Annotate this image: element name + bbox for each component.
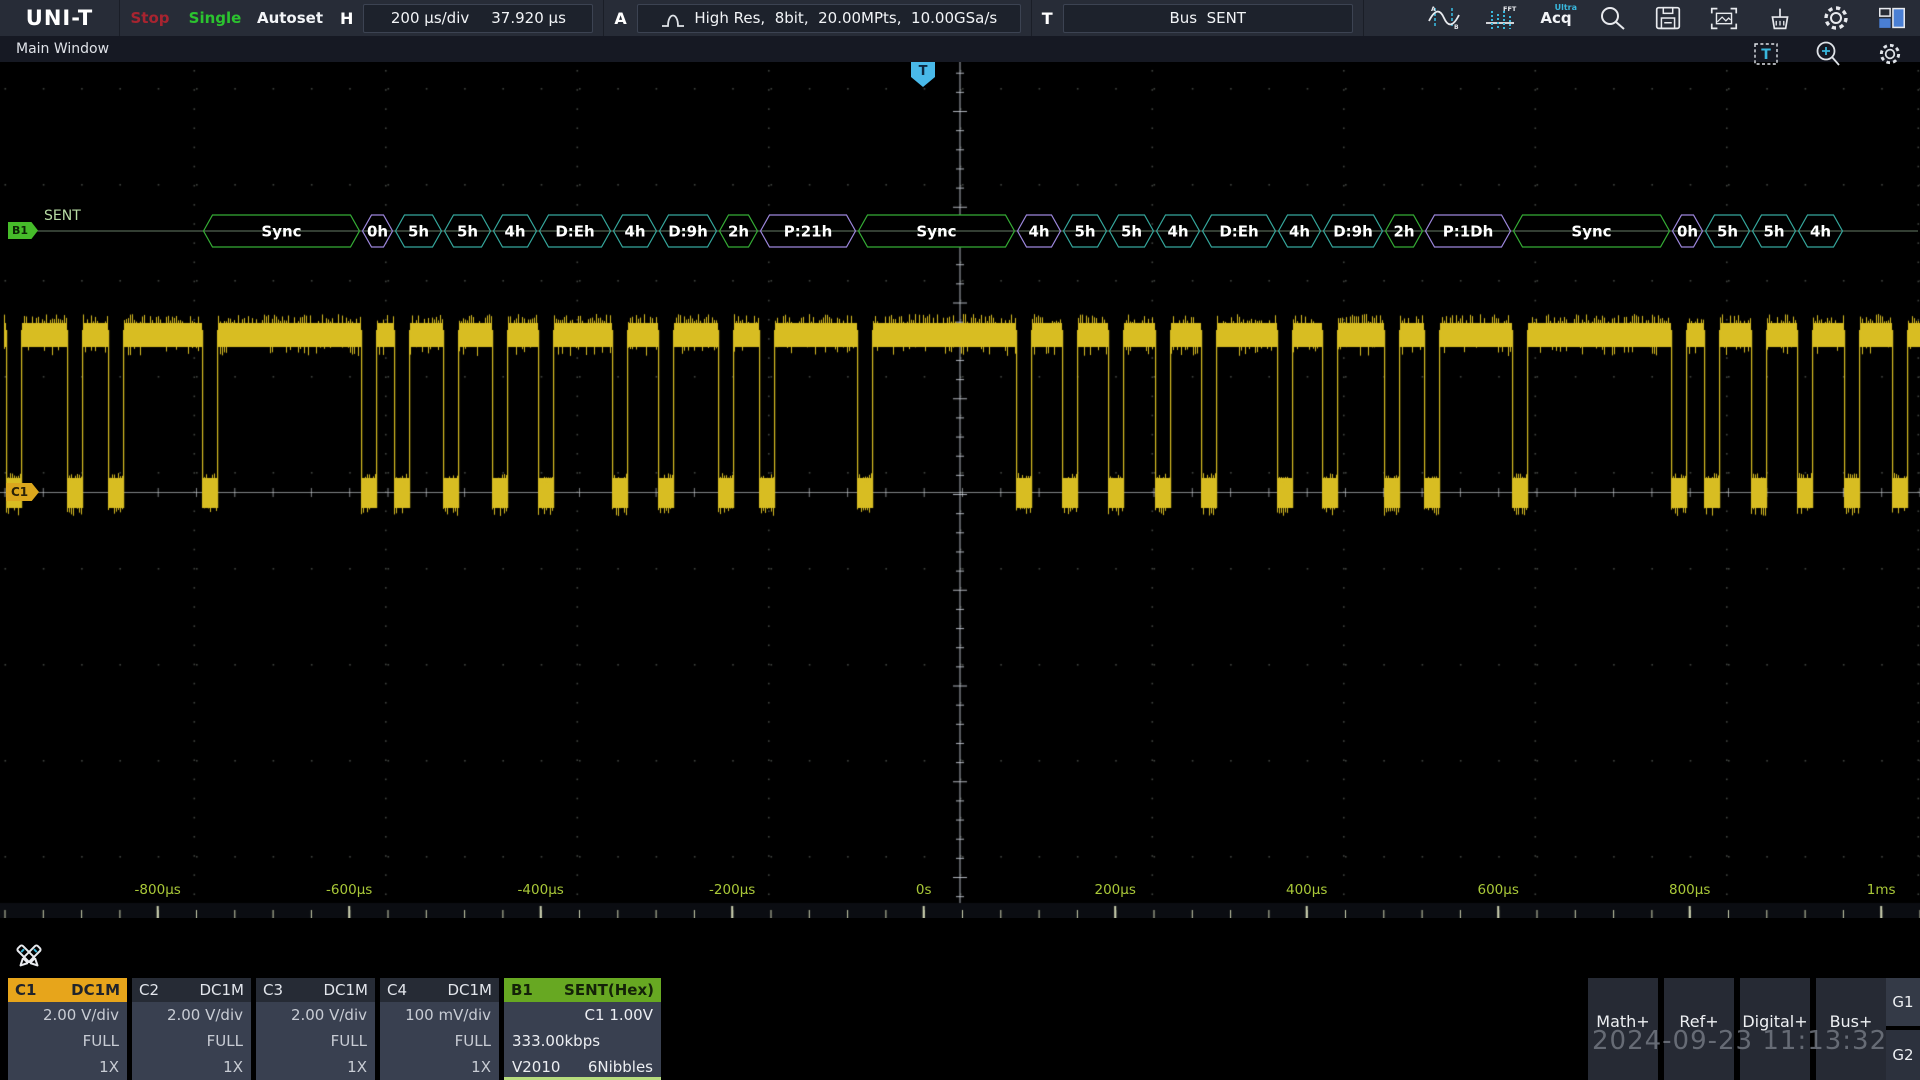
svg-text:T: T [1761,47,1771,63]
svg-text:B: B [1454,24,1459,31]
channel-id: C4 [387,981,407,999]
utility-icon[interactable] [1752,0,1808,36]
channel-scale: 2.00 V/div [256,1002,375,1028]
bus-add-button[interactable]: Bus+ [1816,978,1886,1080]
pulse-icon [660,8,686,28]
bus-decode-label: SENT [44,208,81,224]
settings-icon[interactable] [1808,0,1864,36]
window-bar: Main Window [0,36,1920,62]
search-icon[interactable] [1584,0,1640,36]
bus-id: B1 [511,981,533,999]
time-axis-label: -200µs [709,882,755,898]
bus-protocol: SENT(Hex) [564,981,654,999]
channel-coupling: DC1M [71,981,120,999]
channel-bandwidth: FULL [132,1028,251,1054]
auto-measure-icon[interactable]: A B [1416,0,1472,36]
display-layout-icon[interactable] [1864,0,1920,36]
time-axis-label: -600µs [326,882,372,898]
acquire-settings[interactable]: High Res, 8bit, 20.00MPts, 10.00GSa/s [637,4,1021,33]
channel-id: C1 [15,981,36,999]
screenshot-icon[interactable] [1696,0,1752,36]
time-axis-label: -800µs [135,882,181,898]
time-axis-label: 800µs [1669,882,1710,898]
channel-coupling: DC1M [323,981,368,999]
channel-panel-c3[interactable]: C3 DC1M 2.00 V/div FULL 1X [256,978,375,1080]
time-axis-label: 0s [916,882,932,898]
horizontal-label: H [340,9,353,28]
autoset-button[interactable]: Autoset [250,9,330,27]
acquire-label: A [614,9,626,28]
annotation-select-icon[interactable]: T [1752,40,1780,68]
trigger-group: T Bus SENT [1032,0,1364,36]
bus-panel-b1[interactable]: B1SENT(Hex) C1 1.00V 333.00kbps V2010 6N… [504,978,661,1080]
window-title: Main Window [16,41,109,57]
top-toolbar: UNI-T Stop Single Autoset H 200 µs/div 3… [0,0,1920,36]
channel-id: C3 [263,981,283,999]
time-axis-label: 400µs [1286,882,1327,898]
time-axis-label: -400µs [518,882,564,898]
time-axis-label: 600µs [1477,882,1518,898]
timebase-value: 200 µs/div [391,9,469,27]
channel-probe: 1X [8,1054,127,1080]
channel-bandwidth: FULL [256,1028,375,1054]
horizontal-group: H 200 µs/div 37.920 µs [330,0,604,36]
trigger-label: T [1042,9,1053,28]
time-axis-label: 1ms [1867,882,1896,898]
channel-probe: 1X [132,1054,251,1080]
channel-coupling: DC1M [199,981,244,999]
channel-scale: 2.00 V/div [132,1002,251,1028]
time-axis-label: 200µs [1094,882,1135,898]
toolbar-icon-row: A B FFT Acq Ultra [1416,0,1920,36]
group-g2-button[interactable]: G2 [1886,1030,1920,1080]
svg-text:A: A [1431,6,1436,13]
math-add-button[interactable]: Math+ [1588,978,1658,1080]
plot-settings-icon[interactable] [1876,40,1904,68]
horizontal-settings[interactable]: 200 µs/div 37.920 µs [363,4,593,33]
acquire-group: A High Res, 8bit, 20.00MPts, 10.00GSa/s [604,0,1031,36]
brand-logo: UNI-T [0,0,120,36]
bus-bitrate: 333.00kbps [504,1028,661,1054]
ultra-acq-icon[interactable]: Acq Ultra [1528,0,1584,36]
waveform-display: Sync0h5h5h4hD:Eh4hD:9h2hP:21hSync4h5h5h4… [0,62,1920,918]
single-button[interactable]: Single [180,9,250,27]
annotate-pen-icon[interactable] [12,940,46,974]
horizontal-position-value: 37.920 µs [491,9,566,27]
channel-panel-c2[interactable]: C2 DC1M 2.00 V/div FULL 1X [132,978,251,1080]
trigger-info: Bus SENT [1169,9,1246,27]
ref-add-button[interactable]: Ref+ [1664,978,1734,1080]
group-g1-button[interactable]: G1 [1886,978,1920,1026]
svg-text:FFT: FFT [1503,5,1517,13]
channel-panel-c4[interactable]: C4 DC1M 100 mV/div FULL 1X [380,978,499,1080]
fft-icon[interactable]: FFT [1472,0,1528,36]
acquire-info: High Res, 8bit, 20.00MPts, 10.00GSa/s [694,9,997,27]
channel-probe: 1X [380,1054,499,1080]
channel-scale: 100 mV/div [380,1002,499,1028]
save-icon[interactable] [1640,0,1696,36]
bus-source: C1 1.00V [504,1002,661,1028]
oscilloscope-screen: { "toolbar":{ "logo":"UNI-T", "stop_labe… [0,0,1920,1080]
trigger-settings[interactable]: Bus SENT [1063,4,1353,33]
channel-scale: 2.00 V/div [8,1002,127,1028]
channel-probe: 1X [256,1054,375,1080]
graticule-waveform-canvas[interactable] [0,62,1920,918]
run-stop-button[interactable]: Stop [120,9,180,27]
channel-bandwidth: FULL [380,1028,499,1054]
zoom-in-icon[interactable] [1814,40,1842,68]
channel-panel-c1[interactable]: C1 DC1M 2.00 V/div FULL 1X [8,978,127,1080]
channel-bandwidth: FULL [8,1028,127,1054]
channel-id: C2 [139,981,159,999]
digital-add-button[interactable]: Digital+ [1740,978,1810,1080]
channel-coupling: DC1M [447,981,492,999]
